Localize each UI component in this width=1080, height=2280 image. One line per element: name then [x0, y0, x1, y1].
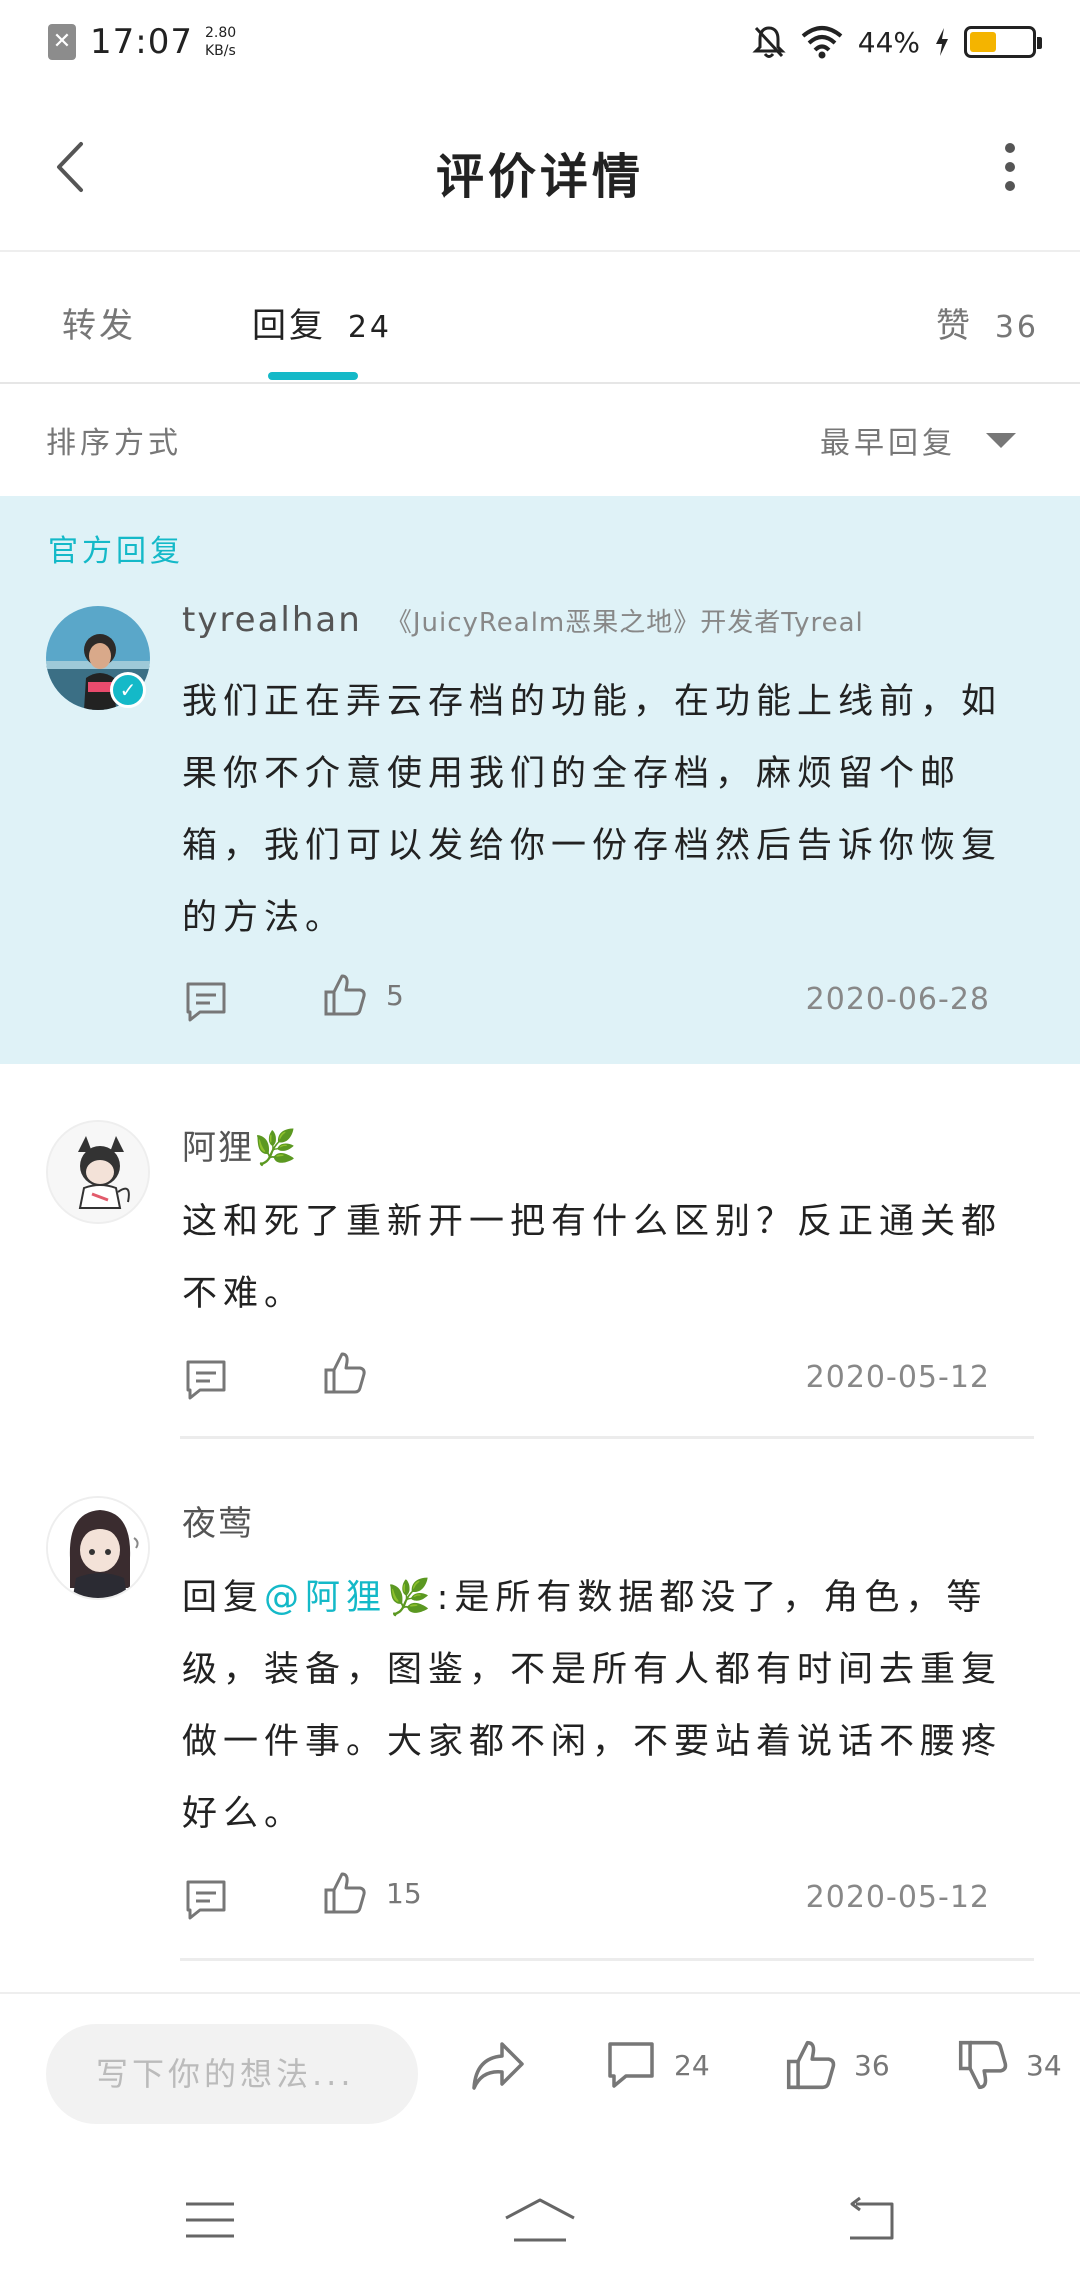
- like-button[interactable]: [322, 1350, 386, 1396]
- comment-divider: [180, 1958, 1034, 1961]
- official-reply-section: 官方回复 ✓ tyrealhan 《JuicyRealm恶果之地》开发者Tyrea…: [0, 496, 1080, 1064]
- like-button[interactable]: 15: [322, 1870, 422, 1916]
- comment-reply-icon[interactable]: [182, 1356, 230, 1404]
- comment-author[interactable]: 夜莺: [182, 1496, 254, 1545]
- home-icon: [505, 2198, 575, 2242]
- comment-author[interactable]: tyrealhan 《JuicyRealm恶果之地》开发者Tyreal: [182, 600, 864, 640]
- nav-back-button[interactable]: [830, 2190, 910, 2250]
- menu-icon: [186, 2202, 234, 2238]
- comment-actions: 15 2020-05-12: [182, 1870, 990, 1930]
- wifi-icon: [801, 26, 843, 59]
- comment-date: 2020-06-28: [805, 982, 990, 1017]
- comment-actions: 2020-05-12: [182, 1350, 990, 1410]
- comment-text: 这和死了重新开一把有什么区别？反正通关都不难。: [182, 1202, 1003, 1314]
- comment-item: 夜莺 回复@阿狸🌿:是所有数据都没了，角色，等级，装备，图鉴，不是所有人都有时间…: [0, 1440, 1080, 1961]
- more-options-button[interactable]: [980, 132, 1040, 202]
- caret-down-icon: [986, 432, 1016, 448]
- avatar[interactable]: [46, 1120, 150, 1224]
- tab-replies-count: 24: [347, 310, 392, 345]
- dislike-post-button[interactable]: 34: [956, 2038, 1062, 2092]
- network-speed-unit: KB/s: [204, 43, 236, 59]
- sort-dropdown[interactable]: 最早回复: [820, 418, 1016, 462]
- avatar[interactable]: [46, 1496, 150, 1600]
- comment-actions: 5 2020-06-28: [182, 972, 990, 1032]
- more-dot: [1005, 162, 1015, 172]
- bottom-action-bar: 写下你的想法... 24 36 34: [0, 1992, 1080, 2160]
- comment-divider: [180, 1436, 1034, 1439]
- thumbs-down-icon: [958, 2040, 1008, 2090]
- nav-menu-button[interactable]: [170, 2190, 250, 2250]
- comment-text: 我们正在弄云存档的功能，在功能上线前，如果你不介意使用我们的全存档，麻烦留个邮箱…: [182, 682, 1003, 938]
- active-tab-indicator: [268, 372, 358, 380]
- comment-author[interactable]: 阿狸🌿: [182, 1120, 298, 1169]
- comment-date: 2020-05-12: [805, 1880, 990, 1915]
- comment-reply-icon[interactable]: [182, 978, 230, 1026]
- status-right: 44%: [752, 20, 1042, 64]
- thumbs-up-icon: [324, 1352, 366, 1394]
- comments-count: 24: [674, 2048, 710, 2082]
- tab-likes[interactable]: 赞 36: [936, 298, 1039, 347]
- tab-repost[interactable]: 转发: [62, 298, 136, 347]
- reply-prefix: 回复: [182, 1578, 265, 1618]
- thumbs-up-icon: [324, 974, 366, 1016]
- comment-date: 2020-05-12: [805, 1360, 990, 1395]
- network-speed: 2.80 KB/s: [205, 24, 236, 60]
- sort-label: 排序方式: [46, 426, 182, 461]
- tab-repost-label: 转发: [62, 306, 136, 346]
- comments-button[interactable]: 24: [604, 2038, 710, 2092]
- avatar-image: [48, 1498, 148, 1598]
- comment-icon: [608, 2042, 654, 2088]
- comment-text: 回复@阿狸🌿:是所有数据都没了，角色，等级，装备，图鉴，不是所有人都有时间去重复…: [182, 1562, 1028, 1850]
- share-button[interactable]: [468, 2038, 528, 2094]
- likes-count: 36: [854, 2048, 890, 2082]
- battery-icon: [964, 26, 1042, 58]
- battery-percent: 44%: [857, 25, 920, 59]
- like-post-button[interactable]: 36: [784, 2038, 890, 2092]
- status-time: 17:07: [90, 22, 193, 62]
- more-dot: [1005, 143, 1015, 153]
- more-dot: [1005, 181, 1015, 191]
- tab-replies[interactable]: 回复 24: [252, 298, 392, 347]
- network-speed-value: 2.80: [204, 25, 237, 41]
- like-button[interactable]: 5: [322, 972, 404, 1018]
- thumbs-up-icon: [324, 1872, 366, 1914]
- notification-blocked-icon: ✕: [48, 24, 76, 60]
- battery-fill: [970, 32, 997, 52]
- thumbs-up-icon: [786, 2040, 836, 2090]
- share-icon: [472, 2042, 524, 2090]
- tab-bar: 转发 回复 24 赞 36: [0, 252, 1080, 384]
- comment-reply-icon[interactable]: [182, 1876, 230, 1924]
- nav-home-button[interactable]: [500, 2190, 580, 2250]
- page-title: 评价详情: [435, 149, 644, 205]
- dislikes-count: 34: [1026, 2048, 1062, 2082]
- tab-likes-label: 赞: [936, 306, 973, 346]
- developer-tag: 《JuicyRealm恶果之地》开发者Tyreal: [385, 608, 864, 638]
- tab-replies-label: 回复: [252, 306, 326, 346]
- comment-input[interactable]: 写下你的想法...: [46, 2024, 418, 2124]
- header: 评价详情: [0, 82, 1080, 252]
- comment-item: 阿狸🌿 这和死了重新开一把有什么区别？反正通关都不难。 2020-05-12: [0, 1064, 1080, 1440]
- like-count: 15: [386, 1876, 422, 1910]
- mention-link[interactable]: @阿狸🌿: [264, 1578, 437, 1618]
- tab-likes-count: 36: [994, 310, 1039, 345]
- sort-selected: 最早回复: [820, 426, 956, 461]
- status-left: ✕ 17:07 2.80 KB/s: [48, 18, 236, 66]
- official-reply-label: 官方回复: [48, 534, 184, 569]
- system-nav-bar: [0, 2160, 1080, 2280]
- avatar-image: [48, 1122, 148, 1222]
- author-name: tyrealhan: [182, 600, 362, 640]
- verified-badge-icon: ✓: [110, 672, 146, 708]
- like-count: 5: [386, 978, 404, 1012]
- charging-icon: [936, 28, 948, 56]
- back-arrow-icon: [850, 2196, 894, 2240]
- mute-icon: [752, 26, 786, 58]
- status-bar: ✕ 17:07 2.80 KB/s 44%: [0, 0, 1080, 82]
- sort-row: 排序方式 最早回复: [0, 384, 1080, 496]
